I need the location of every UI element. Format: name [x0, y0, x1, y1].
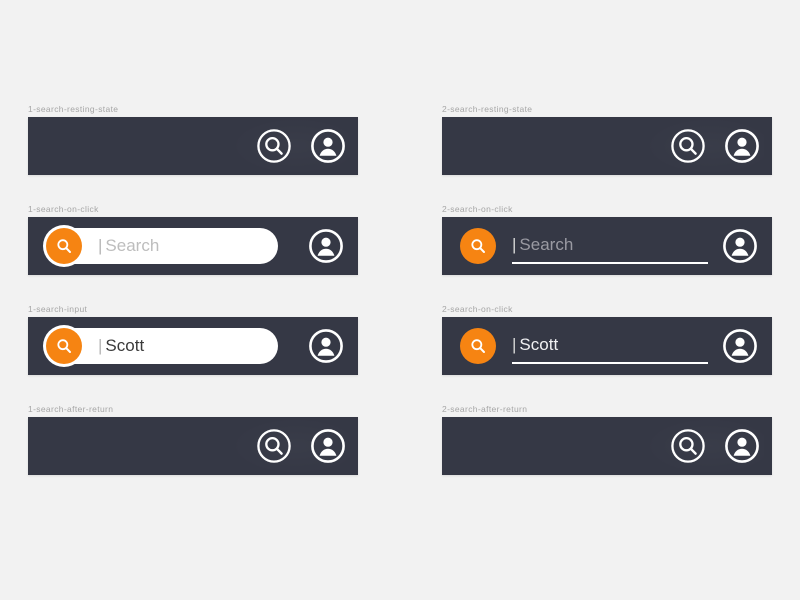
search-icon — [57, 239, 72, 254]
icon-cluster — [308, 317, 344, 375]
search-icon[interactable] — [670, 128, 706, 164]
text-caret: | — [512, 235, 517, 254]
account-icon[interactable] — [722, 228, 758, 264]
search-icon — [471, 239, 486, 254]
panel-1-search-on-click: 1-search-on-click | Search — [28, 204, 358, 275]
panel-label: 1-search-input — [28, 304, 88, 314]
search-input-value: Scott — [519, 335, 559, 354]
icon-cluster — [670, 117, 760, 175]
search-input-underline[interactable]: | Search — [460, 228, 710, 264]
search-bar[interactable]: | Search — [28, 217, 358, 275]
text-caret: | — [98, 336, 103, 355]
panel-2-search-resting-state: 2-search-resting-state — [442, 104, 772, 175]
text-caret: | — [98, 236, 103, 255]
search-input-text[interactable]: | Scott — [98, 336, 144, 356]
input-underline-rule — [512, 262, 708, 264]
search-bar[interactable]: | Search — [442, 217, 772, 275]
text-caret: | — [512, 335, 517, 354]
icon-cluster — [256, 117, 346, 175]
search-input-value: Scott — [105, 336, 145, 355]
panel-2-search-on-click: 2-search-on-click | Search — [442, 204, 772, 275]
account-icon[interactable] — [308, 228, 344, 264]
search-icon[interactable] — [256, 128, 292, 164]
panel-label: 2-search-on-click — [442, 204, 513, 214]
search-input-text[interactable]: | Scott — [512, 335, 558, 355]
panel-1-search-input: 1-search-input | Scott — [28, 304, 358, 375]
icon-cluster — [256, 417, 346, 475]
search-placeholder: Search — [105, 236, 160, 255]
account-icon[interactable] — [724, 428, 760, 464]
search-icon — [471, 339, 486, 354]
search-bar[interactable] — [28, 117, 358, 175]
account-icon[interactable] — [310, 128, 346, 164]
search-input-text[interactable]: | Search — [512, 235, 573, 255]
account-icon[interactable] — [310, 428, 346, 464]
panel-1-search-after-return: 1-search-after-return — [28, 404, 358, 475]
panel-label: 1-search-after-return — [28, 404, 114, 414]
icon-cluster — [722, 317, 758, 375]
panel-label: 1-search-on-click — [28, 204, 99, 214]
search-input-underline[interactable]: | Scott — [460, 328, 710, 364]
search-submit-button[interactable] — [46, 228, 82, 264]
search-icon[interactable] — [670, 428, 706, 464]
search-bar[interactable] — [442, 417, 772, 475]
panel-label: 1-search-resting-state — [28, 104, 119, 114]
input-underline-rule — [512, 362, 708, 364]
panel-1-search-resting-state: 1-search-resting-state — [28, 104, 358, 175]
account-icon[interactable] — [724, 128, 760, 164]
panel-2-search-on-click-input: 2-search-on-click | Scott — [442, 304, 772, 375]
icon-cluster — [722, 217, 758, 275]
search-icon — [57, 339, 72, 354]
search-bar[interactable] — [28, 417, 358, 475]
search-submit-button[interactable] — [460, 228, 496, 264]
search-input-pill[interactable]: | Search — [46, 228, 278, 264]
search-bar[interactable]: | Scott — [28, 317, 358, 375]
search-icon[interactable] — [256, 428, 292, 464]
search-input-pill[interactable]: | Scott — [46, 328, 278, 364]
mockup-canvas: 1-search-resting-state 1-search-on-click… — [0, 0, 800, 600]
icon-cluster — [670, 417, 760, 475]
icon-cluster — [308, 217, 344, 275]
search-submit-button[interactable] — [460, 328, 496, 364]
search-submit-button[interactable] — [46, 328, 82, 364]
search-bar[interactable]: | Scott — [442, 317, 772, 375]
search-input-text[interactable]: | Search — [98, 236, 159, 256]
account-icon[interactable] — [722, 328, 758, 364]
panel-label: 2-search-on-click — [442, 304, 513, 314]
search-bar[interactable] — [442, 117, 772, 175]
search-placeholder: Search — [519, 235, 574, 254]
account-icon[interactable] — [308, 328, 344, 364]
panel-label: 2-search-after-return — [442, 404, 528, 414]
panel-2-search-after-return: 2-search-after-return — [442, 404, 772, 475]
panel-label: 2-search-resting-state — [442, 104, 533, 114]
